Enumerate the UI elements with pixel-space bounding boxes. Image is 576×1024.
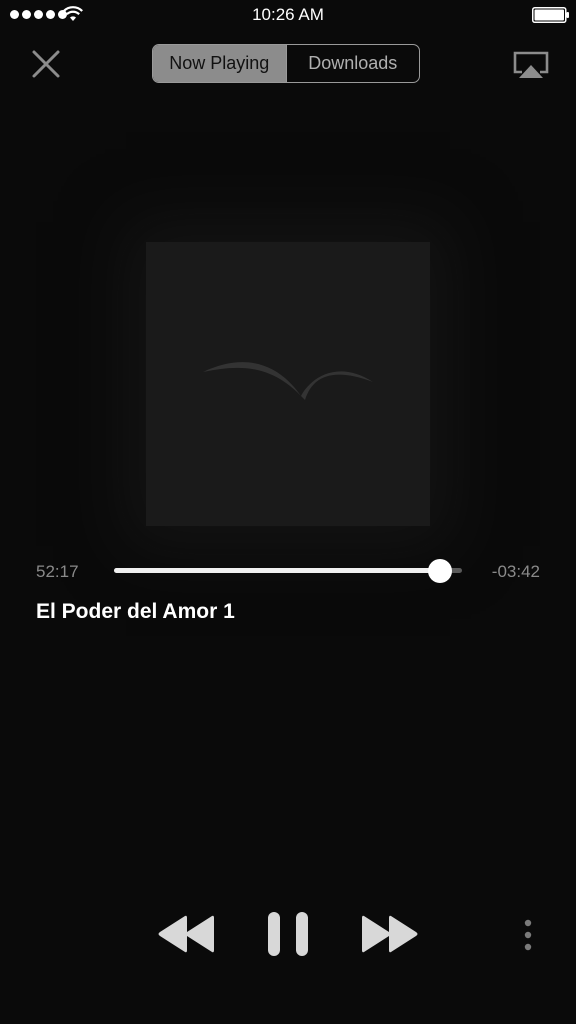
more-options-button[interactable]	[518, 918, 538, 952]
pause-icon	[268, 912, 308, 956]
battery-icon	[532, 7, 569, 23]
airplay-button[interactable]	[512, 50, 550, 80]
bird-logo-icon	[203, 362, 373, 400]
tab-now-playing[interactable]: Now Playing	[153, 45, 286, 82]
album-artwork	[146, 242, 430, 526]
status-time: 10:26 AM	[252, 5, 324, 24]
close-button[interactable]	[30, 48, 62, 80]
more-vertical-icon	[524, 919, 532, 951]
airplay-icon	[513, 51, 549, 78]
elapsed-time: 52:17	[36, 562, 79, 581]
status-bar: 10:26 AM	[0, 0, 576, 30]
track-title: El Poder del Amor 1	[36, 600, 235, 623]
progress-thumb[interactable]	[428, 559, 453, 583]
tab-downloads[interactable]: Downloads	[285, 45, 420, 82]
progress-slider[interactable]	[114, 559, 462, 583]
rewind-icon	[158, 915, 214, 953]
pause-button[interactable]	[266, 910, 310, 958]
rewind-button[interactable]	[156, 912, 216, 956]
remaining-time: -03:42	[491, 562, 540, 581]
close-icon	[32, 50, 60, 78]
progress-fill	[114, 568, 441, 573]
fast-forward-button[interactable]	[360, 912, 420, 956]
segmented-control: Now Playing Downloads	[152, 44, 420, 83]
fast-forward-icon	[362, 915, 418, 953]
